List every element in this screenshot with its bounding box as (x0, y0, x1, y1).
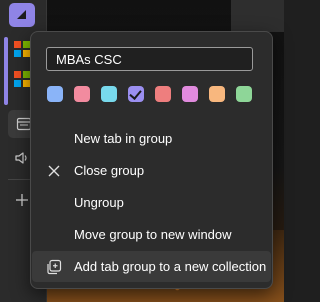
chevron-icon (17, 10, 26, 19)
collection-add-icon (47, 259, 62, 275)
color-swatch-blue[interactable] (47, 86, 63, 102)
menu-item-label: Close group (74, 163, 145, 178)
tab-group-context-menu: New tab in group Close group Ungroup Mov… (30, 31, 273, 289)
color-swatch-purple[interactable] (128, 86, 144, 102)
color-swatch-green[interactable] (236, 86, 252, 102)
color-swatch-cyan[interactable] (101, 86, 117, 102)
menu-item-label: Add tab group to a new collection (74, 259, 267, 274)
plus-icon[interactable] (14, 192, 30, 208)
tab-group-toggle[interactable] (9, 3, 35, 27)
microsoft-logo-icon[interactable] (14, 71, 30, 87)
menu-item-label: Ungroup (74, 195, 124, 210)
menu-item-new-tab-in-group[interactable]: New tab in group (32, 123, 271, 154)
microsoft-logo-icon[interactable] (14, 41, 30, 57)
color-swatch-red[interactable] (155, 86, 171, 102)
color-swatch-magenta[interactable] (182, 86, 198, 102)
menu-item-ungroup[interactable]: Ungroup (32, 187, 271, 218)
menu-item-move-group-to-new-window[interactable]: Move group to new window (32, 219, 271, 250)
menu-item-add-to-new-collection[interactable]: Add tab group to a new collection (32, 251, 271, 282)
color-swatch-orange[interactable] (209, 86, 225, 102)
menu-item-close-group[interactable]: Close group (32, 155, 271, 186)
title-bar-corner (231, 0, 284, 32)
menu-item-label: New tab in group (74, 131, 173, 146)
menu-item-label: Move group to new window (74, 227, 232, 242)
group-name-input[interactable] (46, 47, 253, 71)
color-swatch-pink[interactable] (74, 86, 90, 102)
close-icon (48, 165, 60, 177)
tab-group-color-bar (4, 37, 8, 105)
speaker-icon[interactable] (14, 150, 30, 166)
